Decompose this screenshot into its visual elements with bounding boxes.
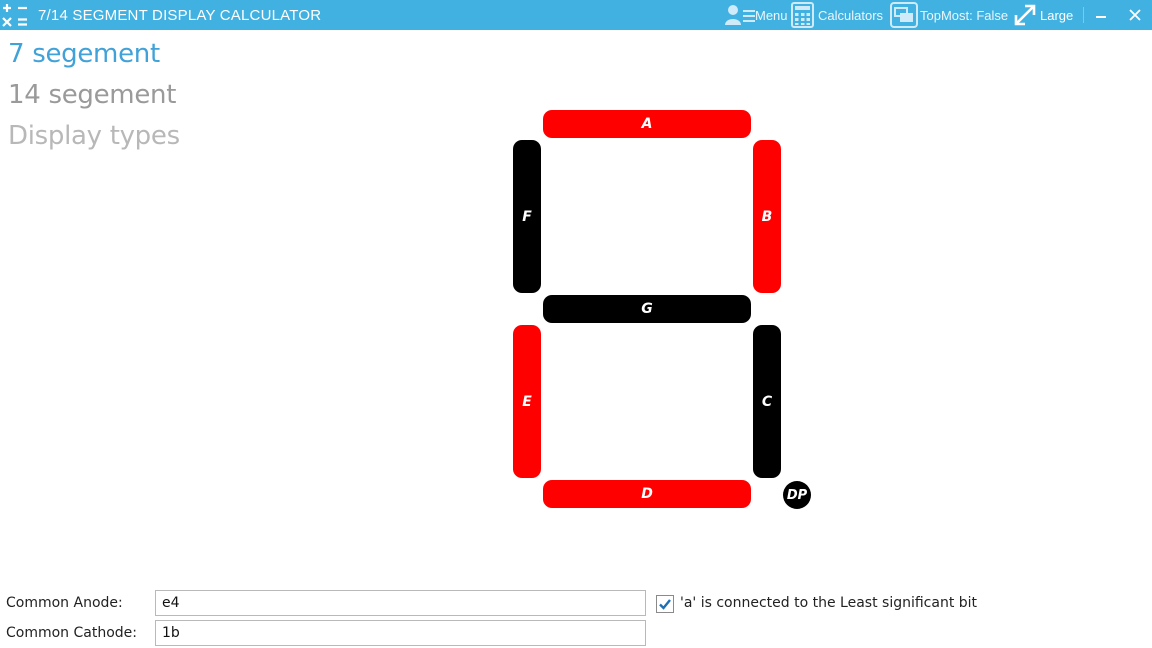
minimize-button[interactable] [1092, 0, 1110, 30]
segment-g[interactable]: G [543, 295, 751, 323]
segment-dp-label: DP [786, 487, 808, 503]
segment-d-label: D [641, 486, 653, 502]
window-stack-icon [890, 2, 918, 28]
menu-label: Menu [755, 7, 788, 23]
resize-arrow-icon [1014, 4, 1036, 26]
common-cathode-field[interactable] [155, 620, 646, 646]
lsb-checkbox[interactable] [656, 595, 674, 613]
segment-c-label: C [761, 393, 773, 410]
segment-c[interactable]: C [753, 325, 781, 478]
size-toggle[interactable]: Large [1013, 0, 1073, 30]
lsb-checkbox-label[interactable]: 'a' is connected to the Least significan… [680, 595, 977, 611]
common-cathode-label: Common Cathode: [6, 625, 138, 641]
minimize-icon [1096, 16, 1106, 18]
segment-g-label: G [641, 301, 653, 317]
calculators-button[interactable]: Calculators [791, 0, 883, 30]
segment-e[interactable]: E [513, 325, 541, 478]
topmost-label: TopMost: False [920, 7, 1009, 23]
segment-b-label: B [761, 208, 773, 225]
topmost-toggle[interactable]: TopMost: False [890, 0, 1008, 30]
common-anode-label: Common Anode: [6, 595, 123, 611]
menu-button[interactable]: Menu [724, 0, 788, 30]
nav-display-types[interactable]: Display types [8, 121, 180, 151]
title-bar: 7/14 SEGMENT DISPLAY CALCULATOR Menu Cal… [0, 0, 1152, 30]
menu-icon [725, 5, 755, 25]
close-icon [1129, 9, 1141, 21]
checkmark-icon [659, 599, 671, 610]
segment-a[interactable]: A [543, 110, 751, 138]
segment-a-label: A [641, 116, 653, 132]
close-button[interactable] [1125, 0, 1145, 30]
calculators-label: Calculators [818, 7, 884, 23]
calculator-app-icon [0, 0, 30, 30]
common-anode-field[interactable] [155, 590, 646, 616]
segment-f-label: F [522, 208, 532, 225]
segment-d[interactable]: D [543, 480, 751, 508]
segment-dp[interactable]: DP [783, 481, 811, 509]
nav-14-segment[interactable]: 14 segement [8, 80, 176, 110]
window-title: 7/14 SEGMENT DISPLAY CALCULATOR [38, 7, 322, 24]
segment-f[interactable]: F [513, 140, 541, 293]
calculator-grid-icon [791, 2, 814, 28]
segment-e-label: E [522, 393, 532, 410]
toolbar-divider [1083, 7, 1084, 23]
segment-b[interactable]: B [753, 140, 781, 293]
size-label: Large [1040, 7, 1074, 23]
nav-7-segment[interactable]: 7 segement [8, 39, 160, 69]
